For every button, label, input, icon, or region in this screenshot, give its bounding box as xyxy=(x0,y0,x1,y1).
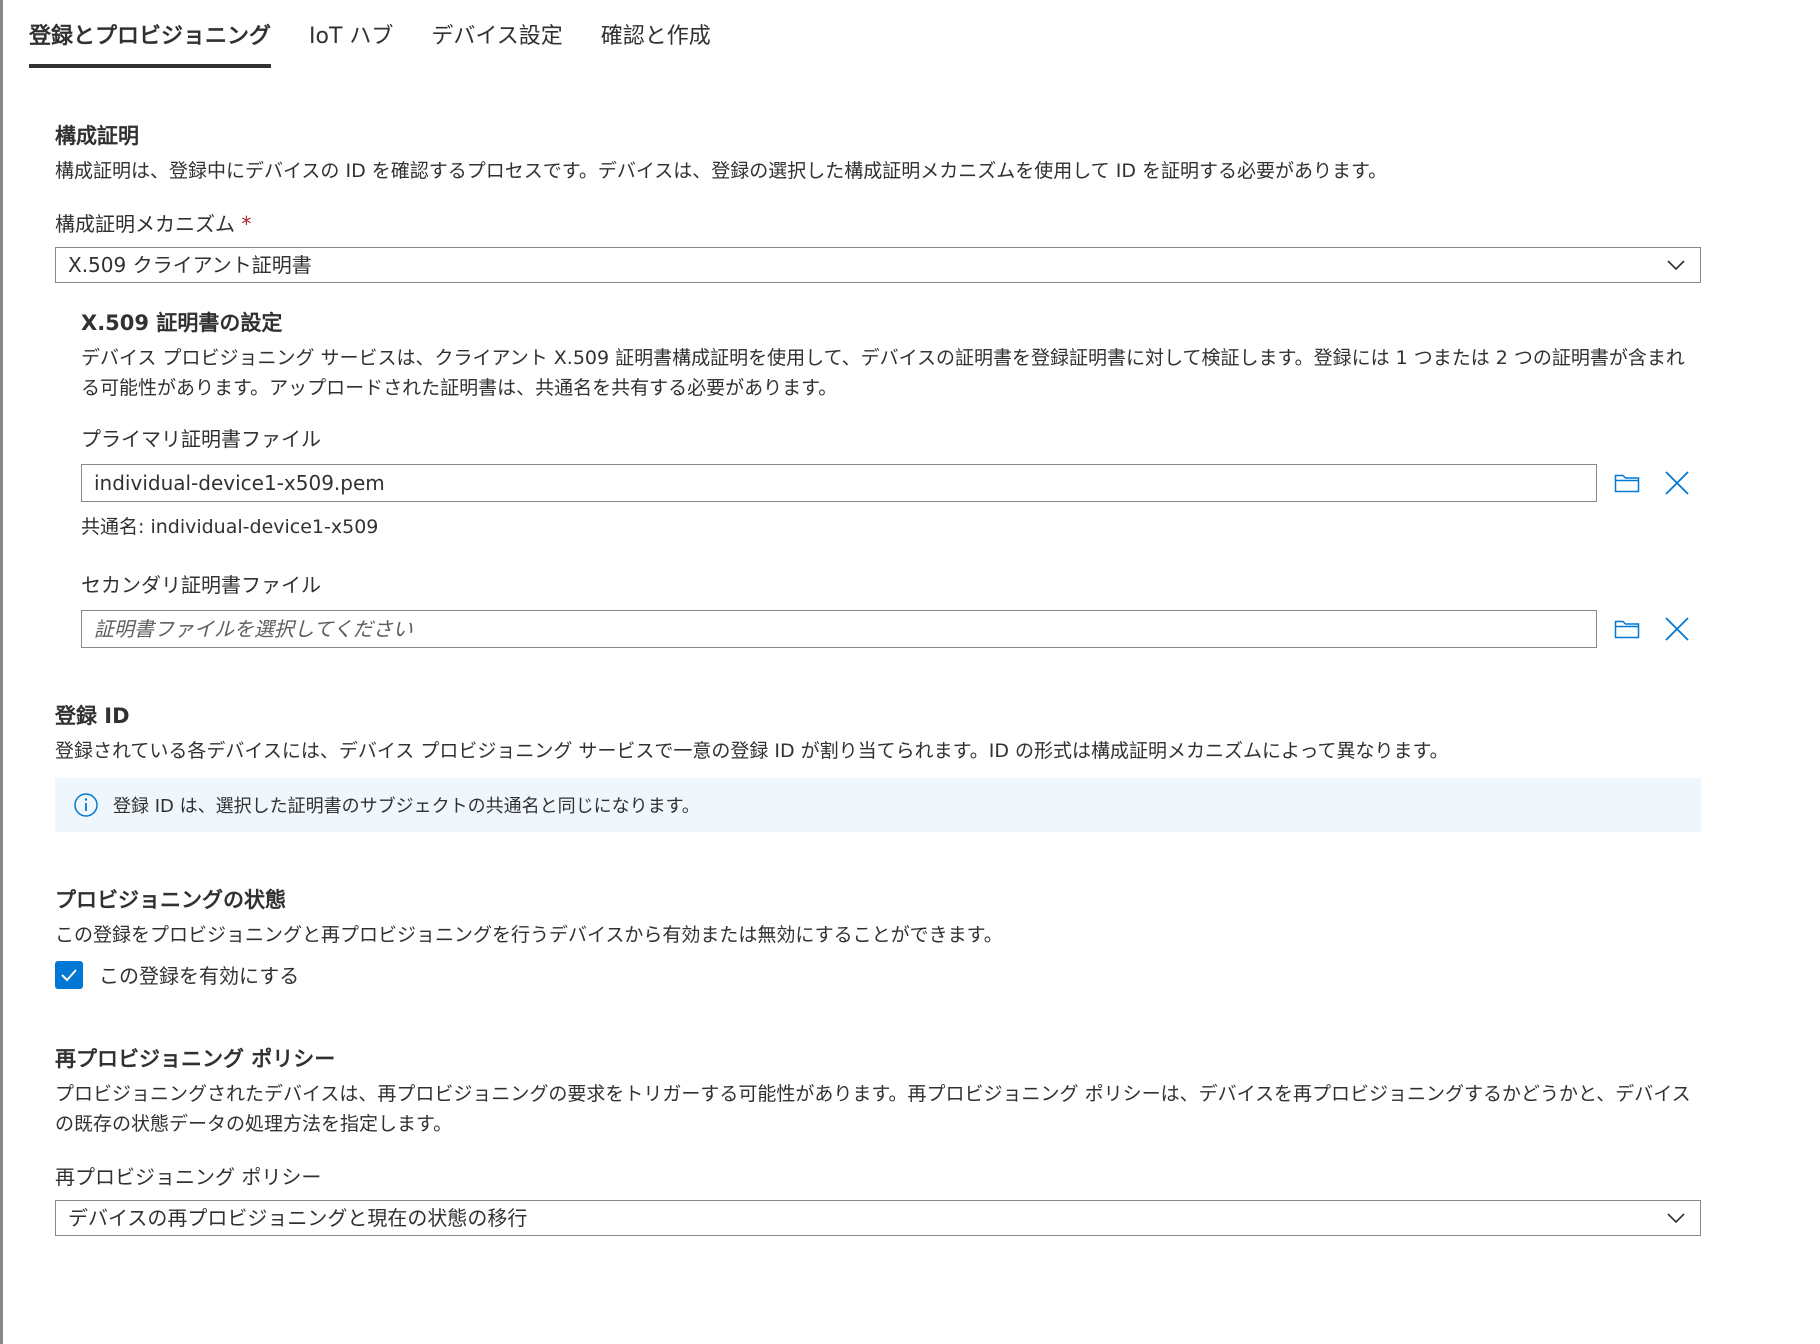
primary-cert-label: プライマリ証明書ファイル xyxy=(81,427,321,451)
primary-clear-button[interactable] xyxy=(1657,465,1697,501)
required-mark: * xyxy=(241,212,252,236)
attestation-mechanism-dropdown[interactable]: X.509 クライアント証明書 xyxy=(55,247,1701,283)
secondary-cert-input[interactable] xyxy=(81,610,1597,648)
registration-info-text: 登録 ID は、選択した証明書のサブジェクトの共通名と同じになります。 xyxy=(113,796,700,817)
close-icon xyxy=(1665,471,1689,495)
folder-icon xyxy=(1614,620,1640,639)
registration-description: 登録されている各デバイスには、デバイス プロビジョニング サービスで一意の登録 … xyxy=(55,740,1449,762)
x509-settings-section: X.509 証明書の設定 デバイス プロビジョニング サービスは、クライアント … xyxy=(81,307,1701,648)
secondary-cert-label: セカンダリ証明書ファイル xyxy=(81,573,321,597)
page: 登録とプロビジョニング IoT ハブ デバイス設定 確認と作成 構成証明 構成証… xyxy=(0,0,1820,1344)
reprovision-policy-dropdown[interactable]: デバイスの再プロビジョニングと現在の状態の移行 xyxy=(55,1200,1701,1236)
primary-cert-row xyxy=(81,464,1701,502)
reprovision-heading: 再プロビジョニング ポリシー xyxy=(55,1047,336,1071)
provisioning-description: この登録をプロビジョニングと再プロビジョニングを行うデバイスから有効または無効に… xyxy=(55,924,1003,946)
enable-enrollment-label: この登録を有効にする xyxy=(99,964,300,988)
tab-review-create[interactable]: 確認と作成 xyxy=(601,18,711,64)
close-icon xyxy=(1665,617,1689,641)
reprovision-policy-value: デバイスの再プロビジョニングと現在の状態の移行 xyxy=(68,1206,528,1230)
primary-browse-button[interactable] xyxy=(1607,465,1647,501)
registration-info-bar: 登録 ID は、選択した証明書のサブジェクトの共通名と同じになります。 xyxy=(55,778,1701,832)
reprovision-policy-label: 再プロビジョニング ポリシー xyxy=(55,1165,322,1189)
form-content: 構成証明 構成証明は、登録中にデバイスの ID を確認するプロセスです。デバイス… xyxy=(55,120,1701,1236)
mechanism-label: 構成証明メカニズム * xyxy=(55,208,1701,237)
primary-common-name: 共通名: individual-device1-x509 xyxy=(81,516,379,538)
info-icon xyxy=(73,792,99,818)
registration-heading: 登録 ID xyxy=(55,704,130,728)
secondary-browse-button[interactable] xyxy=(1607,611,1647,647)
tab-enrollment-provisioning[interactable]: 登録とプロビジョニング xyxy=(29,18,272,68)
attestation-heading: 構成証明 xyxy=(55,124,139,148)
folder-icon xyxy=(1614,474,1640,493)
checkbox-checked-icon xyxy=(55,960,83,989)
reprovision-description: プロビジョニングされたデバイスは、再プロビジョニングの要求をトリガーする可能性が… xyxy=(55,1083,1691,1135)
attestation-mechanism-value: X.509 クライアント証明書 xyxy=(68,253,312,277)
attestation-description: 構成証明は、登録中にデバイスの ID を確認するプロセスです。デバイスは、登録の… xyxy=(55,160,1388,182)
x509-heading: X.509 証明書の設定 xyxy=(81,311,283,335)
chevron-down-icon xyxy=(1667,1213,1685,1224)
provisioning-heading: プロビジョニングの状態 xyxy=(55,888,286,912)
secondary-cert-row xyxy=(81,610,1701,648)
mechanism-label-text: 構成証明メカニズム xyxy=(55,212,235,236)
tab-bar: 登録とプロビジョニング IoT ハブ デバイス設定 確認と作成 xyxy=(29,18,711,68)
tab-device-settings[interactable]: デバイス設定 xyxy=(431,18,562,64)
chevron-down-icon xyxy=(1667,260,1685,271)
x509-description: デバイス プロビジョニング サービスは、クライアント X.509 証明書構成証明… xyxy=(81,347,1685,399)
tab-iot-hub[interactable]: IoT ハブ xyxy=(309,18,393,64)
secondary-clear-button[interactable] xyxy=(1657,611,1697,647)
primary-cert-input[interactable] xyxy=(81,464,1597,502)
enable-enrollment-checkbox[interactable]: この登録を有効にする xyxy=(55,960,1701,989)
